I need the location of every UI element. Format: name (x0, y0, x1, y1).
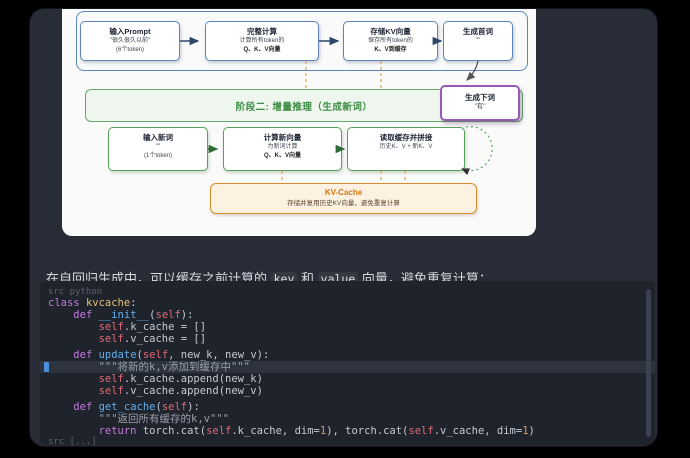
flow-box-sub: (6个token) (115, 47, 144, 53)
flow-box-title: 完整计算 (247, 27, 277, 36)
code-lines: class kvcache: def __init__(self): self.… (40, 297, 655, 437)
flow-box-input-prompt: 输入Prompt "很久很久以前" (6个token) (80, 21, 180, 61)
flow-box-input-new-token: 输入新词 "" (1个token) (108, 127, 208, 171)
flow-box-title: 计算新向量 (263, 133, 302, 142)
flow-box-sub: 为新词计算 (267, 144, 298, 150)
flow-box-sub: "很久很久以前" (109, 38, 151, 44)
flow-box-title: 生成下词 (465, 93, 495, 102)
code-line: def __init__(self): (73, 309, 194, 321)
code-line-highlighted: """将新的k,v添加到缓存中""" (40, 361, 655, 373)
page-background: 输入Prompt "很久很久以前" (6个token) 完整计算 计算所有tok… (0, 0, 690, 458)
flow-box-sub: "" (155, 144, 161, 150)
flow-box-sub: 计算所有token的 (239, 38, 285, 44)
code-line: class kvcache: (48, 297, 137, 309)
flow-box-sub: Q、K、V向量 (243, 47, 281, 53)
flow-box-store-kv: 存储KV向量 保存所有token的 K、V到缓存 (343, 21, 438, 61)
flow-box-title: 输入Prompt (109, 27, 151, 36)
kv-cache-box: KV-Cache 存储并复用历史KV向量，避免重复计算 (210, 183, 477, 214)
kv-cache-title: KV-Cache (324, 188, 363, 197)
code-line: self.v_cache.append(new_v) (98, 385, 263, 397)
kv-cache-desc: 存储并复用历史KV向量，避免重复计算 (287, 200, 400, 207)
code-scrollbar-thumb[interactable] (646, 289, 651, 437)
flow-box-sub: "有" (474, 103, 486, 110)
flow-box-title: 输入新词 (143, 133, 173, 142)
code-block-footer: src [...] (48, 437, 97, 445)
flow-box-sub: K、V到缓存 (374, 47, 407, 53)
flow-box-sub: (1个token) (143, 153, 172, 159)
flow-box-title: 生成首词 (463, 27, 493, 36)
flow-box-sub: "" (475, 38, 481, 44)
flow-box-read-cache-concat: 读取缓存并拼接 历史K、V + 新K、V (347, 127, 465, 171)
code-block[interactable]: src python class kvcache: def __init__(s… (40, 281, 655, 445)
code-line: def update(self, new_k, new_v): (73, 349, 270, 361)
code-line: self.v_cache = [] (98, 333, 207, 345)
kv-cache-flow-diagram: 输入Prompt "很久很久以前" (6个token) 完整计算 计算所有tok… (62, 9, 536, 236)
flow-box-full-compute: 完整计算 计算所有token的 Q、K、V向量 (205, 21, 319, 61)
flow-box-title: 存储KV向量 (370, 27, 411, 36)
flow-box-sub: Q、K、V向量 (263, 153, 301, 159)
flow-box-first-token: 生成首词 "" (443, 21, 513, 61)
flow-box-sub: 历史K、V + 新K、V (379, 144, 433, 150)
code-line: return torch.cat(self.k_cache, dim=1), t… (98, 425, 535, 437)
code-line: """返回所有缓存的k,v""" (48, 413, 229, 425)
flow-box-sub: 保存所有token的 (368, 38, 413, 44)
code-line: def get_cache(self): (73, 401, 200, 413)
code-line: self.k_cache = [] (98, 321, 207, 333)
flow-box-next-token: 生成下词 "有" (440, 85, 520, 121)
code-block-header: src python (48, 287, 103, 297)
code-line: self.k_cache.append(new_k) (98, 373, 263, 385)
content-card: 输入Prompt "很久很久以前" (6个token) 完整计算 计算所有tok… (30, 9, 657, 446)
line-highlight-marker (44, 362, 49, 372)
flow-box-new-vectors: 计算新向量 为新词计算 Q、K、V向量 (223, 127, 342, 171)
stage2-label: 阶段二: 增量推理（生成新词） (235, 101, 373, 113)
flow-box-title: 读取缓存并拼接 (379, 133, 433, 142)
